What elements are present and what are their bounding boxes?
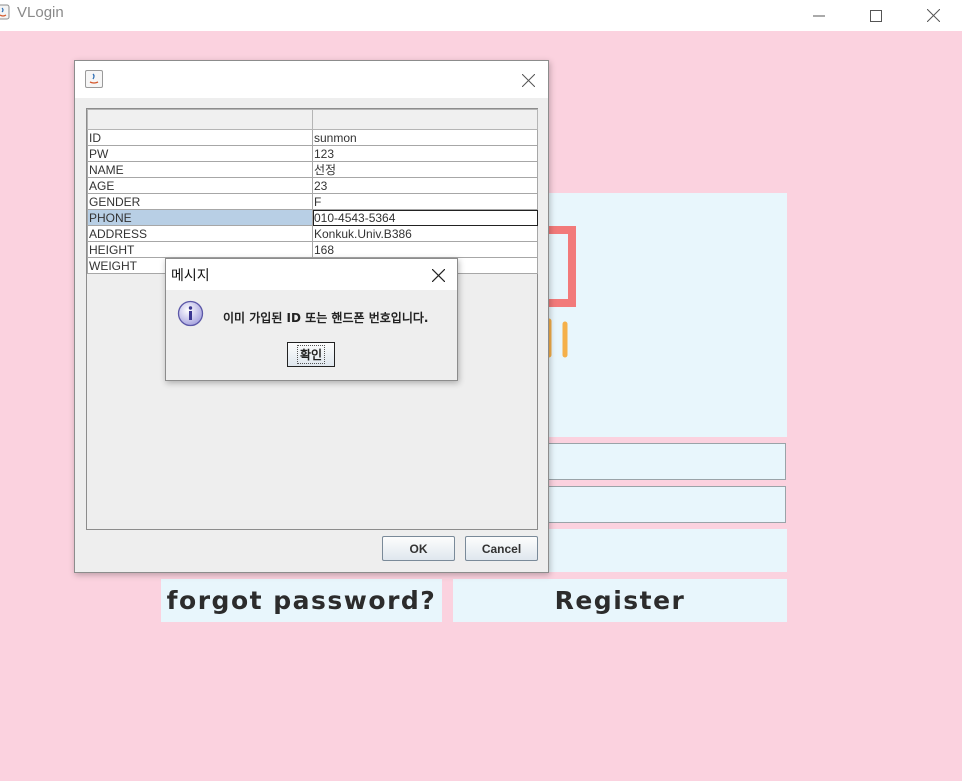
row-value-editing[interactable]: 010-4543-5364 [312, 209, 538, 226]
table-row[interactable]: GENDER F [87, 193, 538, 210]
register-button[interactable]: Register [453, 579, 787, 622]
table-row[interactable]: ADDRESS Konkuk.Univ.B386 [87, 225, 538, 242]
message-titlebar: 메시지 [166, 259, 457, 290]
row-key[interactable]: PW [87, 145, 313, 162]
column-header[interactable] [312, 109, 538, 130]
row-value[interactable]: sunmon [312, 129, 538, 146]
login-button[interactable] [540, 529, 787, 572]
table-row[interactable]: HEIGHT 168 [87, 241, 538, 258]
logo-graphic [540, 226, 576, 358]
message-text: 이미 가입된 ID 또는 핸드폰 번호입니다. [223, 311, 429, 325]
close-icon [926, 9, 940, 22]
table-header [87, 109, 538, 130]
minimize-button[interactable] [790, 0, 848, 31]
forgot-password-button[interactable]: forgot password? [161, 579, 442, 622]
minimize-icon [813, 15, 825, 16]
dialog-close-button[interactable] [518, 70, 538, 90]
row-value[interactable]: 선정 [312, 161, 538, 178]
java-app-icon [0, 4, 10, 20]
column-header[interactable] [87, 109, 313, 130]
row-value[interactable]: 23 [312, 177, 538, 194]
ok-button[interactable]: OK [382, 536, 455, 561]
table-row[interactable]: AGE 23 [87, 177, 538, 194]
row-key[interactable]: ID [87, 129, 313, 146]
row-key[interactable]: PHONE [87, 209, 313, 226]
table-row[interactable]: ID sunmon [87, 129, 538, 146]
row-key[interactable]: AGE [87, 177, 313, 194]
row-key[interactable]: GENDER [87, 193, 313, 210]
row-value[interactable]: 123 [312, 145, 538, 162]
row-value[interactable]: Konkuk.Univ.B386 [312, 225, 538, 242]
message-dialog: 메시지 이미 가입된 ID 또는 핸드폰 번호입니다. 확인 [165, 258, 458, 381]
close-icon [431, 268, 445, 282]
info-icon [177, 300, 204, 327]
window-titlebar: VLogin [0, 0, 962, 31]
cancel-button[interactable]: Cancel [465, 536, 538, 561]
close-button[interactable] [904, 0, 962, 31]
row-value[interactable]: 168 [312, 241, 538, 258]
member-table: ID sunmon PW 123 NAME 선정 AGE 23 GENDER F PHON… [87, 109, 538, 274]
window-title: VLogin [17, 4, 64, 21]
table-row[interactable]: NAME 선정 [87, 161, 538, 178]
maximize-button[interactable] [847, 0, 905, 31]
message-close-button[interactable] [429, 266, 447, 284]
row-value[interactable]: F [312, 193, 538, 210]
confirm-label: 확인 [296, 345, 326, 364]
dialog-titlebar [75, 61, 548, 98]
table-row[interactable]: PW 123 [87, 145, 538, 162]
logo-panel [540, 193, 787, 437]
message-title: 메시지 [171, 268, 210, 284]
confirm-button[interactable]: 확인 [287, 342, 335, 367]
close-icon [521, 73, 535, 87]
table-row-selected[interactable]: PHONE 010-4543-5364 [87, 209, 538, 226]
java-icon [85, 70, 103, 88]
password-input[interactable] [540, 486, 786, 523]
row-key[interactable]: HEIGHT [87, 241, 313, 258]
row-key[interactable]: ADDRESS [87, 225, 313, 242]
maximize-icon [870, 9, 882, 22]
id-input[interactable] [540, 443, 786, 480]
row-key[interactable]: NAME [87, 161, 313, 178]
